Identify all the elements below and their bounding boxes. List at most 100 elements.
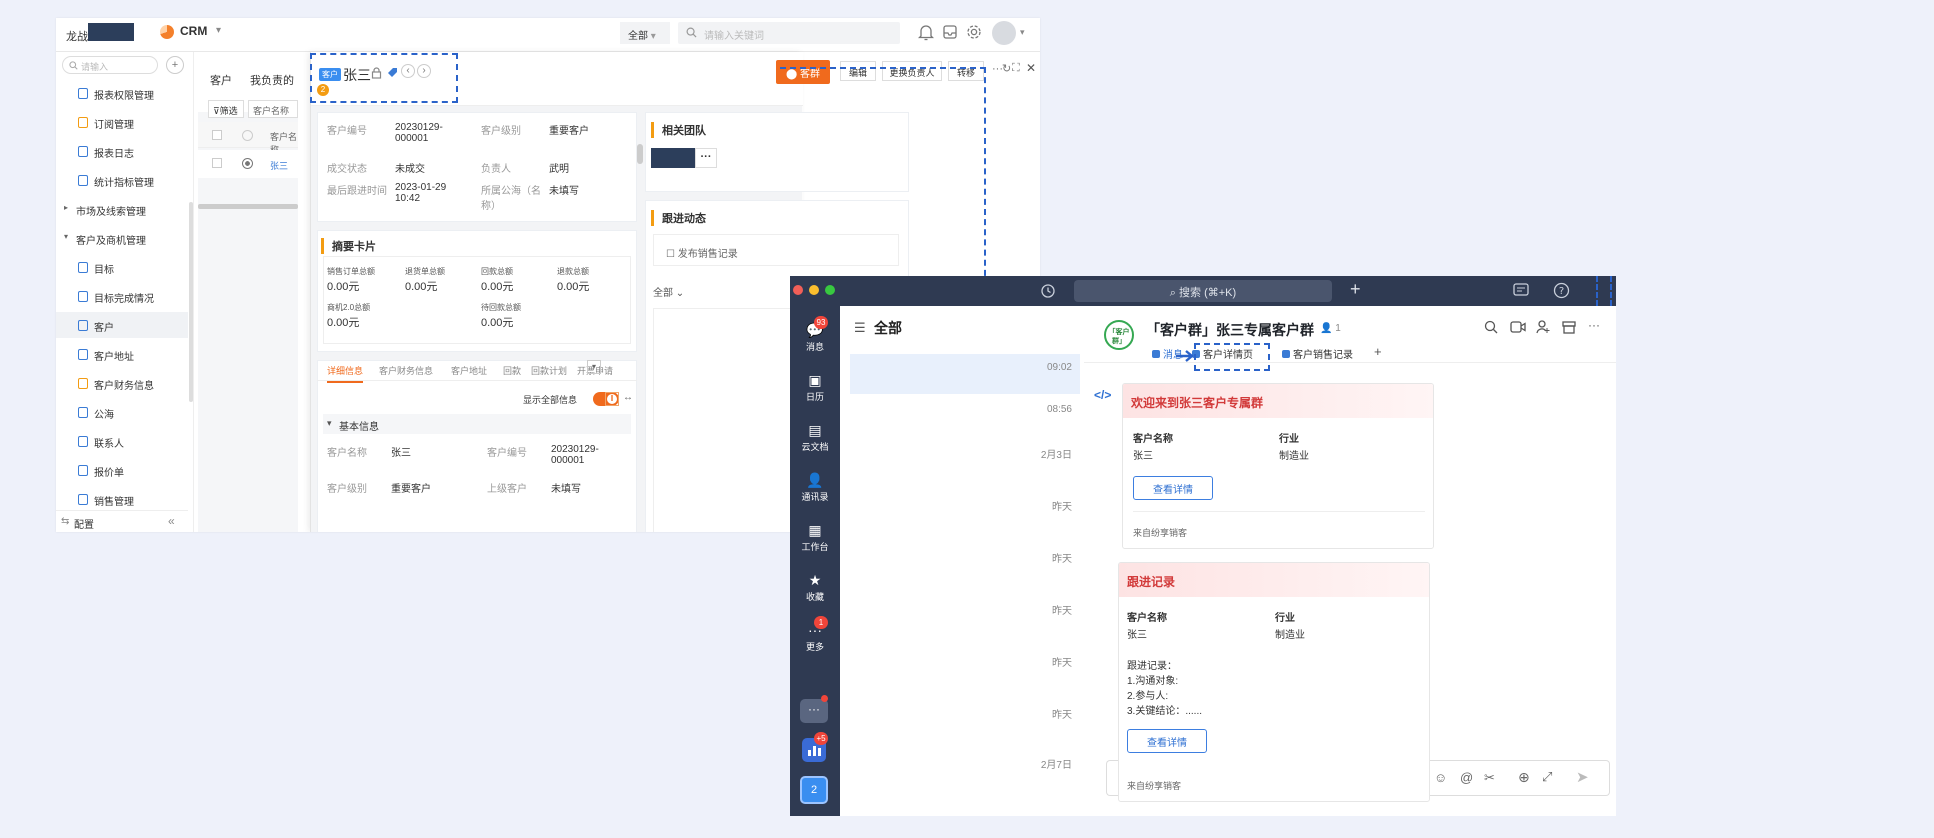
search-icon[interactable] <box>1484 320 1498 334</box>
tasks-icon[interactable] <box>1513 282 1531 298</box>
fullscreen-icon[interactable]: ⛶ <box>1012 62 1020 75</box>
emoji-icon[interactable]: ☺ <box>1434 770 1447 785</box>
select-all-checkbox[interactable] <box>212 130 222 140</box>
member-count[interactable]: 👤 1 <box>1320 323 1341 334</box>
sidebar-item[interactable]: 报价单 <box>56 457 188 483</box>
account-switcher[interactable]: 2 <box>800 776 828 804</box>
add-tab-button[interactable]: + <box>1374 344 1382 359</box>
team-more-button[interactable]: ··· <box>695 148 717 168</box>
more-apps-button[interactable]: ··· <box>800 699 828 723</box>
row-radio[interactable] <box>242 158 253 169</box>
help-icon[interactable]: ? <box>1553 282 1570 299</box>
sidebar-item[interactable]: 销售管理 <box>56 486 188 512</box>
scissors-icon[interactable]: ✂ <box>1484 770 1495 786</box>
card2-view-detail-button[interactable]: 查看详情 <box>1127 729 1207 753</box>
card1-view-detail-button[interactable]: 查看详情 <box>1133 476 1213 500</box>
change-owner-button[interactable]: 更换负责人 <box>882 61 942 81</box>
conversation-selected[interactable] <box>850 354 1080 394</box>
tab-my-customers[interactable]: 我负责的 <box>250 72 294 88</box>
global-search-input[interactable]: 请输入关键词 <box>678 22 900 44</box>
nav-item[interactable]: ▣ 日历 <box>790 372 840 403</box>
publish-record-input[interactable]: ☐ 发布销售记录 <box>653 234 899 266</box>
sidebar-item[interactable]: 联系人 <box>56 428 188 454</box>
followup-filter-select[interactable]: 全部 ⌄ <box>653 284 684 299</box>
collapse-sidebar-icon[interactable]: « <box>168 514 175 528</box>
nav-item[interactable]: ★ 收藏 <box>790 572 840 603</box>
transfer-button[interactable]: 转移 <box>948 61 984 81</box>
edit-button[interactable]: 编辑 <box>840 61 876 81</box>
send-icon[interactable]: ➤ <box>1576 768 1589 786</box>
inbox-icon[interactable] <box>942 24 958 40</box>
sidebar-item[interactable]: 订阅管理 <box>56 109 188 135</box>
user-avatar[interactable] <box>992 21 1016 45</box>
close-icon[interactable]: ✕ <box>1026 61 1036 75</box>
sidebar-search-input[interactable]: 请输入 <box>62 56 158 74</box>
expand-width-icon[interactable]: ↔ <box>623 392 633 403</box>
field-value: 重要客户 <box>549 126 589 137</box>
archive-icon[interactable] <box>1562 320 1576 334</box>
chevron-down-icon[interactable]: ▾ <box>1020 27 1025 38</box>
more-tabs-dropdown[interactable]: ▾ <box>587 360 601 374</box>
sidebar-item[interactable]: 报表权限管理 <box>56 80 188 106</box>
sidebar-scrollbar[interactable] <box>189 202 193 402</box>
chat-tab[interactable]: 客户销售记录 <box>1282 346 1353 361</box>
window-minimize-dot[interactable] <box>809 285 819 295</box>
detail-tab[interactable]: 回款计划 <box>531 364 567 377</box>
app-name[interactable]: CRM <box>180 24 207 38</box>
column-layout-button[interactable]: ‖ <box>605 392 619 406</box>
svg-text:?: ? <box>1559 286 1564 297</box>
add-member-icon[interactable] <box>1536 320 1550 334</box>
sidebar-item[interactable]: 统计指标管理 <box>56 167 188 193</box>
filter-button[interactable]: ⊽筛选 <box>208 100 244 118</box>
nav-item[interactable]: ▦ 工作台 <box>790 522 840 553</box>
expand-icon[interactable]: ⤢ <box>1542 769 1552 785</box>
row-checkbox[interactable] <box>212 158 222 168</box>
team-member-avatar[interactable] <box>651 148 695 168</box>
row-customer-link[interactable]: 张三 <box>270 159 288 172</box>
sidebar-item[interactable]: ▸ 市场及线索管理 <box>56 196 188 222</box>
sidebar-item[interactable]: 客户 <box>56 312 188 338</box>
sidebar-item-label: 订阅管理 <box>94 120 134 131</box>
nav-item[interactable]: 💬 消息 93 <box>790 316 840 353</box>
window-zoom-dot[interactable] <box>825 285 835 295</box>
nav-item[interactable]: ··· 更多 1 <box>790 616 840 653</box>
nav-item[interactable]: ▤ 云文档 <box>790 422 840 453</box>
mention-icon[interactable]: @ <box>1460 770 1473 785</box>
menu-item-icon <box>78 175 88 186</box>
add-attachment-icon[interactable]: ⊕ <box>1518 769 1530 786</box>
group-avatar[interactable]: 「客户群」 <box>1104 320 1134 350</box>
group-chat-button[interactable]: ⬤ 客群 <box>776 60 830 84</box>
detail-tab[interactable]: 客户地址 <box>451 364 487 377</box>
sidebar-add-button[interactable]: + <box>166 56 184 74</box>
sidebar-item[interactable]: 公海 <box>56 399 188 425</box>
sidebar-item[interactable]: 目标 <box>56 254 188 280</box>
sidebar-item-label: 客户 <box>94 323 114 334</box>
detail-tab[interactable]: 回款 <box>503 364 521 377</box>
column-filter-chip[interactable]: 客户名称 <box>248 100 298 118</box>
history-icon[interactable] <box>1040 283 1056 299</box>
search-scope-select[interactable]: 全部 ▾ <box>620 22 670 44</box>
chat-search-input[interactable]: ⌕ 搜索 (⌘+K) <box>1074 280 1332 302</box>
new-plus-button[interactable]: + <box>1350 279 1361 300</box>
sidebar-item[interactable]: ▾ 客户及商机管理 <box>56 225 188 251</box>
window-close-dot[interactable] <box>793 285 803 295</box>
panel-scrollbar[interactable] <box>637 144 643 164</box>
sidebar-item[interactable]: 报表日志 <box>56 138 188 164</box>
bell-icon[interactable] <box>918 24 934 41</box>
video-call-icon[interactable] <box>1510 320 1526 334</box>
sidebar-item[interactable]: 客户财务信息 <box>56 370 188 396</box>
refresh-icon[interactable]: ↻ <box>1002 62 1011 75</box>
record-line: 1.沟通对象: <box>1127 676 1179 687</box>
sidebar-item[interactable]: 目标完成情况 <box>56 283 188 309</box>
gear-icon[interactable] <box>966 24 982 40</box>
tab-customer[interactable]: 客户 <box>210 72 232 88</box>
sidebar-config[interactable]: ⇆ 配置 « <box>56 510 188 532</box>
chevron-down-icon[interactable]: ▾ <box>327 418 332 429</box>
chevron-down-icon[interactable]: ▾ <box>216 25 221 36</box>
list-toggle-icon[interactable]: ☰ <box>854 320 866 336</box>
nav-item[interactable]: 👤 通讯录 <box>790 472 840 503</box>
sidebar-item[interactable]: 客户地址 <box>56 341 188 367</box>
list-horizontal-scrollbar[interactable] <box>198 204 298 209</box>
more-icon[interactable]: ··· <box>1588 318 1600 332</box>
detail-tab[interactable]: 客户财务信息 <box>379 364 433 377</box>
